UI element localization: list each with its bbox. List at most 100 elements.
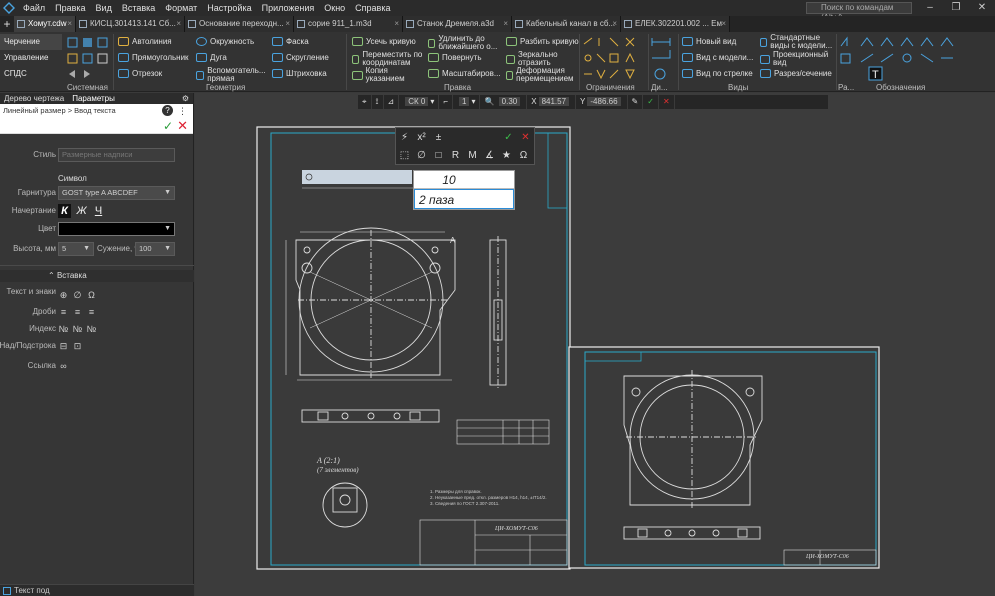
gear-icon[interactable]: ⚙ <box>178 93 193 104</box>
cancel-x-icon[interactable]: ✕ <box>659 95 675 109</box>
nav-drawing[interactable]: Черчение <box>0 34 62 50</box>
tab-document-0[interactable]: Хомут.cdw × <box>14 16 76 32</box>
font-select[interactable]: GOST type A ABCDEF ▼ <box>58 186 175 200</box>
metric-icon[interactable]: M <box>464 150 481 161</box>
fillet-button[interactable]: Скругление <box>272 53 329 62</box>
arc-button[interactable]: Дуга <box>196 53 227 62</box>
tab-document-5[interactable]: Кабельный канал в сб... × <box>512 16 621 32</box>
more-options-icon[interactable]: ⋮ <box>178 104 187 118</box>
link-icon[interactable]: ∞ <box>58 361 69 371</box>
dimension-text-editor[interactable]: 10 2 паза <box>413 170 515 210</box>
section-button[interactable]: Разрез/сечение <box>760 69 832 78</box>
fraction-icon[interactable]: ≡ <box>58 307 69 317</box>
dimension-icons[interactable] <box>650 36 676 82</box>
diameter-icon[interactable]: ∅ <box>413 150 430 161</box>
rotate-button[interactable]: Повернуть <box>428 53 482 62</box>
bold-toggle[interactable]: К <box>58 204 71 218</box>
nav-management[interactable]: Управление <box>0 50 62 66</box>
zoom-select[interactable]: 🔍 0.30 <box>480 95 528 109</box>
extend-button[interactable]: Удлинить до ближайшего о... <box>428 35 502 51</box>
omega-icon[interactable]: Ω <box>86 290 97 300</box>
index-icon[interactable]: № <box>58 324 69 334</box>
tab-document-6[interactable]: ЕЛЕК.302201.002 ... Ем × <box>621 16 730 32</box>
move-button[interactable]: Переместить по координатам <box>352 51 428 67</box>
tab-drawing-tree[interactable]: Дерево чертежа <box>0 93 68 104</box>
close-tab-icon[interactable]: × <box>394 16 399 32</box>
selected-dimension[interactable] <box>302 170 412 184</box>
omega-icon[interactable]: Ω <box>515 150 532 161</box>
special-symbol-icon[interactable]: ⚡ <box>396 132 413 143</box>
radius-icon[interactable]: R <box>447 150 464 161</box>
menu-view[interactable]: Вид <box>91 3 117 13</box>
close-icon[interactable]: ✕ <box>969 0 995 16</box>
tab-document-4[interactable]: Станок Дремеля.a3d × <box>403 16 512 32</box>
scale-button[interactable]: Масштабиров... <box>428 69 501 78</box>
new-tab-button[interactable]: + <box>0 16 14 32</box>
plus-minus-icon[interactable]: ± <box>430 132 447 143</box>
close-tab-icon[interactable]: × <box>721 16 726 32</box>
popup-close-icon[interactable]: ✕ <box>517 132 534 143</box>
symbol-insert-icon[interactable]: ∅ <box>72 290 83 300</box>
command-search-input[interactable]: Поиск по командам (Alt+/) <box>806 2 912 22</box>
close-tab-icon[interactable]: × <box>612 16 617 32</box>
frame-icon[interactable]: ⬚ <box>396 150 413 161</box>
tab-document-3[interactable]: сорие 911_1.m3d × <box>294 16 403 32</box>
ortho-icon[interactable]: ⌐ <box>439 95 453 109</box>
menu-settings[interactable]: Настройка <box>202 3 256 13</box>
tab-parameters[interactable]: Параметры <box>68 93 119 104</box>
projection-view-button[interactable]: Проекционный вид <box>760 51 836 67</box>
step-select[interactable]: 1 ▾ <box>453 95 481 109</box>
style-field[interactable]: Размерные надписи <box>58 148 175 162</box>
snap-icon[interactable]: ⌖ <box>358 95 372 109</box>
menu-format[interactable]: Формат <box>160 3 202 13</box>
chamfer-button[interactable]: Фаска <box>272 37 309 46</box>
coordinate-system-select[interactable]: СК 0 ▾ <box>399 95 440 109</box>
text-under-line[interactable]: 2 паза <box>414 189 514 209</box>
index-icon[interactable]: № <box>86 324 97 334</box>
superscript-icon[interactable]: x² <box>413 132 430 143</box>
mirror-button[interactable]: Зеркально отразить <box>506 51 576 67</box>
star-icon[interactable]: ★ <box>498 150 515 161</box>
close-tab-icon[interactable]: × <box>67 16 72 32</box>
menu-window[interactable]: Окно <box>319 3 350 13</box>
x-coordinate[interactable]: X 841.57 <box>527 95 577 109</box>
close-tab-icon[interactable]: × <box>503 16 508 32</box>
fraction-icon[interactable]: ≡ <box>72 307 83 317</box>
menu-help[interactable]: Справка <box>350 3 395 13</box>
tab-document-2[interactable]: Основание переходн... × <box>185 16 294 32</box>
new-view-button[interactable]: Новый вид <box>682 37 736 46</box>
nav-spds[interactable]: СПДС <box>0 66 62 82</box>
hatch-button[interactable]: Штриховка <box>272 69 327 78</box>
model-view-button[interactable]: Вид с модели... <box>682 53 753 62</box>
index-icon[interactable]: № <box>72 324 83 334</box>
annotation-icons[interactable]: T <box>839 36 971 82</box>
menu-file[interactable]: Файл <box>18 3 50 13</box>
system-tools-icons[interactable] <box>66 36 111 80</box>
underline-toggle[interactable]: Ч <box>92 204 105 218</box>
popup-confirm-icon[interactable]: ✓ <box>500 132 517 143</box>
menu-insert[interactable]: Вставка <box>117 3 160 13</box>
square-icon[interactable]: □ <box>430 150 447 161</box>
autoline-button[interactable]: Автолиния <box>118 37 172 46</box>
insert-section-header[interactable]: ⌃ Вставка <box>0 270 194 282</box>
close-tab-icon[interactable]: × <box>285 16 290 32</box>
angle-icon[interactable]: ∡ <box>481 150 498 161</box>
constraint-icon[interactable]: ⊿ <box>384 95 400 109</box>
overline-icon[interactable]: ⊟ <box>58 341 69 351</box>
tab-document-1[interactable]: КИСЦ.301413.141 Сб... × <box>76 16 185 32</box>
color-select[interactable]: ▼ <box>58 222 175 236</box>
segment-button[interactable]: Отрезок <box>118 69 162 78</box>
circle-button[interactable]: Окружность <box>196 37 254 46</box>
menu-apps[interactable]: Приложения <box>257 3 320 13</box>
italic-toggle[interactable]: Ж <box>75 204 88 218</box>
aux-line-button[interactable]: Вспомогатель... прямая <box>196 67 268 83</box>
underline-block-icon[interactable]: ⊡ <box>72 341 83 351</box>
trim-curve-button[interactable]: Усечь кривую <box>352 37 416 46</box>
copy-button[interactable]: Копия указанием <box>352 67 426 83</box>
standard-views-button[interactable]: Стандартные виды с модели... <box>760 34 836 50</box>
fraction-icon[interactable]: ≡ <box>86 307 97 317</box>
restore-icon[interactable]: ❐ <box>943 0 969 16</box>
rectangle-button[interactable]: Прямоугольник <box>118 53 189 62</box>
split-curve-button[interactable]: Разбить кривую <box>506 37 579 46</box>
y-coordinate[interactable]: Y -486.66 <box>576 95 628 109</box>
